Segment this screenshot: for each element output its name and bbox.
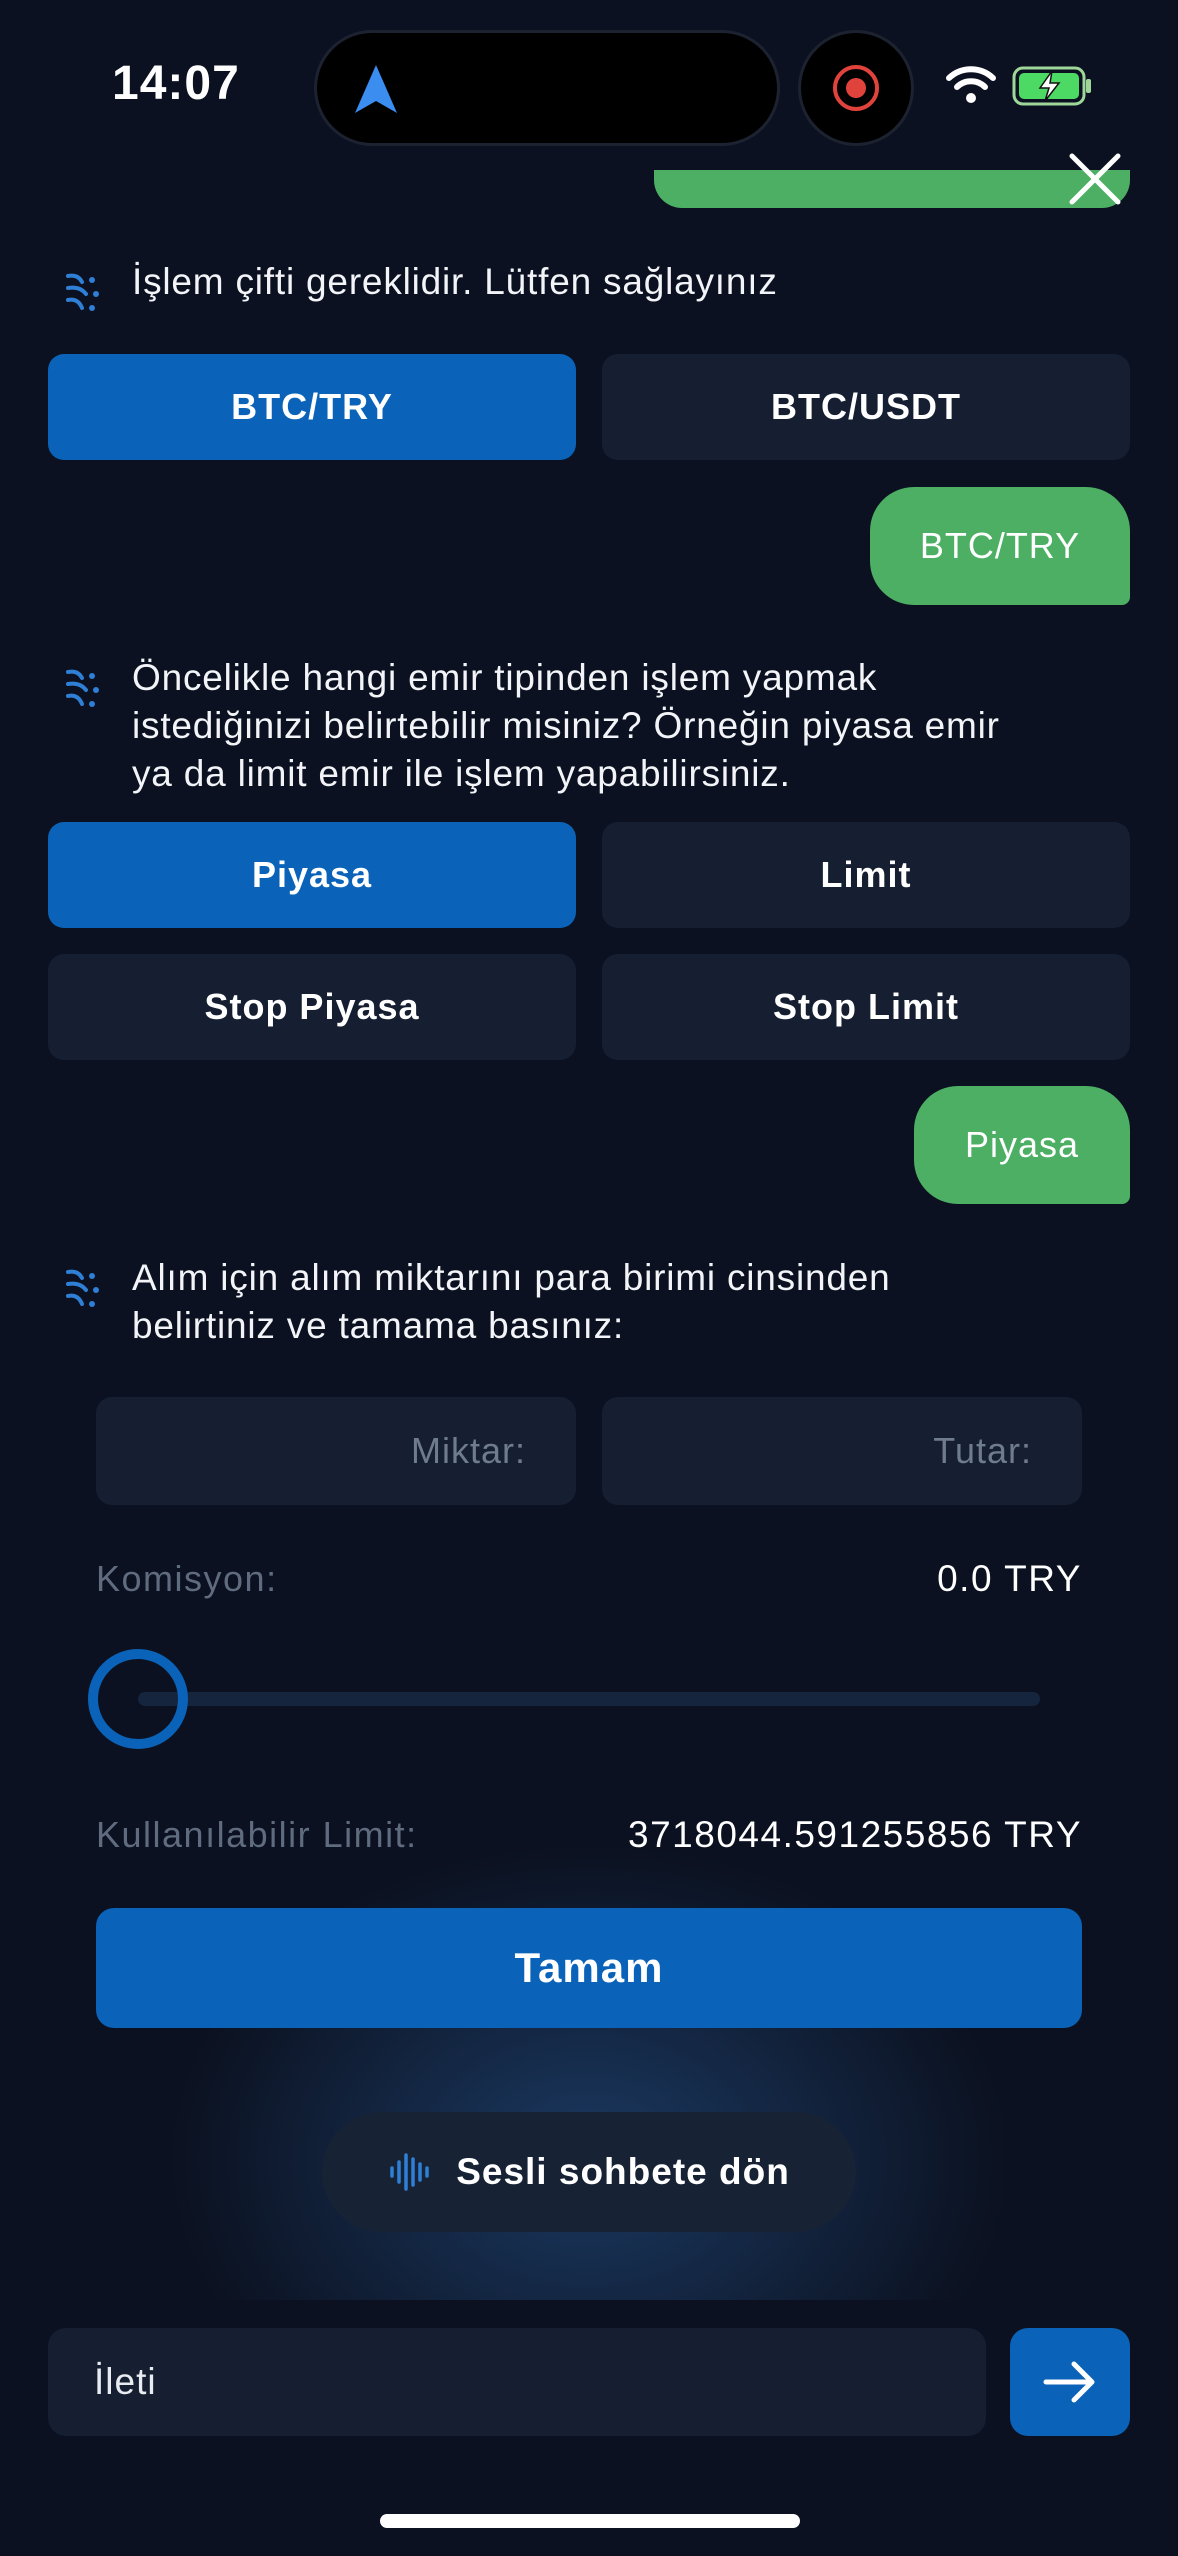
commission-label: Komisyon: — [96, 1558, 278, 1599]
voice-wave-icon — [390, 2153, 429, 2191]
amount-field[interactable]: Miktar: — [96, 1397, 576, 1505]
voice-chat-label: Sesli sohbete dön — [456, 2151, 790, 2192]
dynamic-island — [314, 30, 780, 146]
option-btc-try[interactable]: BTC/TRY — [48, 354, 576, 460]
assistant-icon — [66, 1269, 99, 1307]
close-icon[interactable] — [1066, 150, 1124, 208]
assistant-icon — [66, 273, 99, 311]
user-message: BTC/TRY — [870, 487, 1130, 605]
assistant-message: Alım için alım miktarını para birimi cin… — [132, 1254, 891, 1350]
amount-slider-track[interactable] — [138, 1692, 1040, 1706]
commission-value: 0.0 TRY — [937, 1558, 1082, 1599]
amount-slider-thumb[interactable] — [88, 1649, 188, 1749]
assistant-message: İşlem çifti gereklidir. Lütfen sağlayını… — [132, 261, 778, 302]
previous-user-bubble — [654, 170, 1130, 208]
message-line: Alım için alım miktarını para birimi cin… — [132, 1257, 891, 1298]
message-input[interactable] — [48, 2328, 986, 2436]
assistant-icon — [66, 669, 99, 707]
option-btc-usdt[interactable]: BTC/USDT — [602, 354, 1130, 460]
record-icon — [833, 65, 879, 111]
available-limit-label: Kullanılabilir Limit: — [96, 1814, 418, 1855]
home-indicator — [380, 2514, 800, 2528]
wifi-icon — [946, 66, 996, 103]
battery-charging-icon — [1012, 66, 1091, 106]
message-line: belirtiniz ve tamama basınız: — [132, 1305, 625, 1346]
option-limit[interactable]: Limit — [602, 822, 1130, 928]
message-line: ya da limit emir ile işlem yapabilirsini… — [132, 753, 791, 794]
option-stop-limit[interactable]: Stop Limit — [602, 954, 1130, 1060]
screen-recording-indicator — [798, 30, 914, 146]
status-time: 14:07 — [112, 57, 240, 110]
assistant-message: Öncelikle hangi emir tipinden işlem yapm… — [132, 654, 1000, 798]
option-piyasa[interactable]: Piyasa — [48, 822, 576, 928]
voice-chat-button[interactable]: Sesli sohbete dön — [322, 2112, 856, 2232]
available-limit-value: 3718044.591255856 TRY — [628, 1814, 1082, 1855]
send-button[interactable] — [1010, 2328, 1130, 2436]
navigation-arrow-icon — [355, 65, 397, 113]
user-message: Piyasa — [914, 1086, 1130, 1204]
arrow-right-icon — [1043, 2361, 1095, 2403]
submit-button[interactable]: Tamam — [96, 1908, 1082, 2028]
message-line: istediğinizi belirtebilir misiniz? Örneğ… — [132, 705, 1000, 746]
message-line: Öncelikle hangi emir tipinden işlem yapm… — [132, 657, 878, 698]
option-stop-piyasa[interactable]: Stop Piyasa — [48, 954, 576, 1060]
total-field[interactable]: Tutar: — [602, 1397, 1082, 1505]
